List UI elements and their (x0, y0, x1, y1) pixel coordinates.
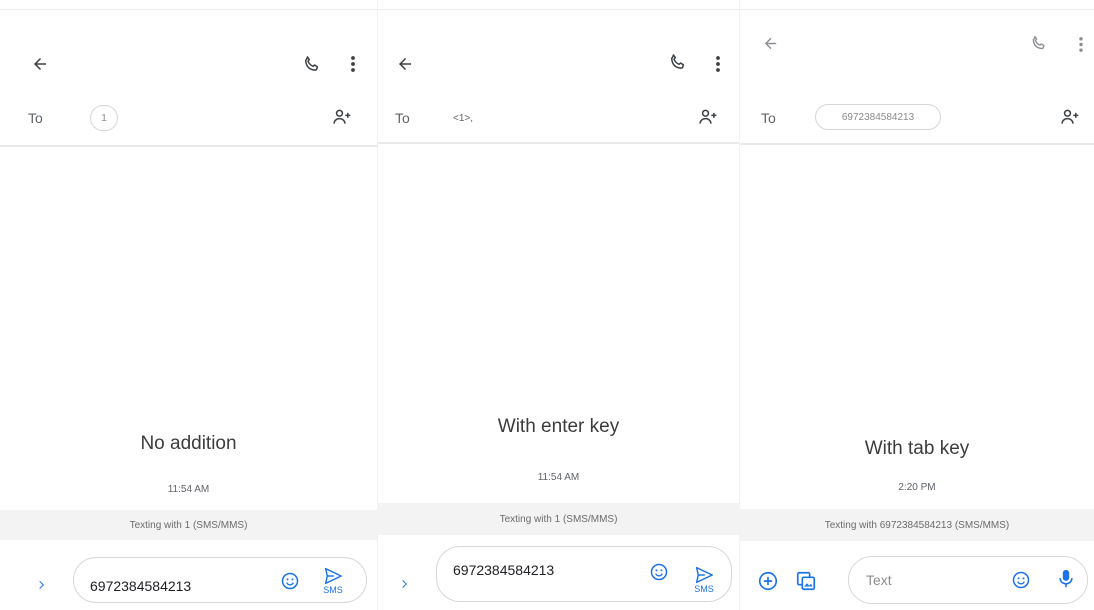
top-edge-divider (740, 9, 1094, 10)
top-edge-divider (0, 9, 377, 10)
back-arrow-icon[interactable] (758, 31, 782, 55)
to-label: To (28, 110, 43, 126)
status-bar: Texting with 6972384584213 (SMS/MMS) (740, 509, 1094, 541)
gallery-icon[interactable] (794, 569, 818, 593)
header-divider (740, 143, 1094, 145)
chevron-right-icon[interactable] (33, 577, 49, 593)
panel-with-tab-key: To 6972384584213 With tab key 2:20 PM Te… (739, 0, 1094, 610)
timestamp: 11:54 AM (167, 484, 210, 495)
more-vert-icon[interactable] (712, 52, 724, 76)
message-text: 6972384584213 (90, 578, 192, 594)
add-person-icon[interactable] (696, 105, 720, 129)
add-person-icon[interactable] (330, 105, 354, 129)
sms-label: SMS (694, 584, 714, 594)
recipient-chip[interactable]: 1 (90, 105, 118, 131)
back-arrow-icon[interactable] (393, 52, 417, 76)
top-edge-divider (378, 9, 739, 10)
panel-with-enter-key: To <1>, With enter key 11:54 AM Texting … (377, 0, 739, 610)
phone-icon[interactable] (666, 50, 690, 74)
sms-label: SMS (323, 585, 343, 595)
caption: With tab key (864, 438, 970, 459)
panel-no-addition: To 1 No addition 11:54 AM Texting with 1… (0, 0, 377, 610)
phone-icon[interactable] (1027, 31, 1051, 55)
more-vert-icon[interactable] (1075, 32, 1087, 56)
timestamp: 2:20 PM (898, 482, 936, 493)
message-text: 6972384584213 (453, 562, 555, 578)
recipient-chip[interactable]: 6972384584213 (815, 104, 941, 130)
send-sms-button[interactable]: SMS (689, 566, 719, 602)
send-icon (695, 566, 713, 584)
emoji-icon[interactable] (648, 561, 670, 583)
recipient-text[interactable]: <1>, (453, 113, 473, 124)
emoji-icon[interactable] (1010, 569, 1032, 591)
status-bar: Texting with 1 (SMS/MMS) (378, 503, 739, 535)
caption: No addition (140, 433, 237, 454)
to-label: To (395, 110, 410, 126)
more-vert-icon[interactable] (347, 52, 359, 76)
header-divider (378, 142, 739, 144)
add-person-icon[interactable] (1058, 105, 1082, 129)
message-placeholder: Text (866, 572, 892, 588)
back-arrow-icon[interactable] (28, 52, 52, 76)
add-circle-icon[interactable] (756, 569, 780, 593)
send-icon (324, 567, 342, 585)
timestamp: 11:54 AM (537, 472, 580, 483)
send-sms-button[interactable]: SMS (318, 567, 348, 603)
caption: With enter key (497, 416, 620, 437)
mic-icon[interactable] (1056, 568, 1076, 590)
emoji-icon[interactable] (279, 570, 301, 592)
chevron-right-icon[interactable] (396, 576, 412, 592)
phone-icon[interactable] (300, 52, 324, 76)
header-divider (0, 145, 377, 147)
status-bar: Texting with 1 (SMS/MMS) (0, 510, 377, 540)
to-label: To (761, 110, 776, 126)
